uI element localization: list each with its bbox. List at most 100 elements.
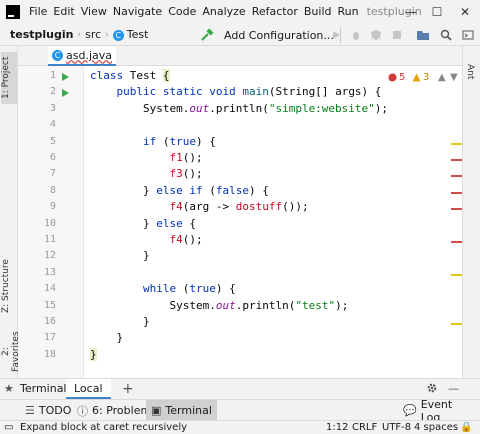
code-line[interactable]: if (true) { <box>90 135 216 148</box>
line-number: 7 <box>49 168 56 180</box>
code-token: } <box>142 183 157 197</box>
line-number: 10 <box>43 217 56 229</box>
code-token: ()); <box>282 200 309 214</box>
code-line[interactable]: } else { <box>90 217 196 230</box>
terminal-label: Terminal: <box>20 382 71 395</box>
code-line[interactable]: System.out.println("simple:website"); <box>90 102 388 115</box>
menu-bar: File Edit View Navigate Code Analyze Ref… <box>0 0 480 24</box>
minimize-button[interactable]: — <box>398 0 424 24</box>
code-line[interactable]: } <box>90 249 150 262</box>
menu-refactor[interactable]: Refactor <box>249 0 301 24</box>
structure-toolwindow-tab[interactable]: Z: Structure <box>1 258 17 314</box>
code-line[interactable]: f1(); <box>90 151 202 164</box>
code-line[interactable]: System.out.println("test"); <box>90 299 348 312</box>
indent-setting[interactable]: 4 spaces <box>414 421 458 434</box>
breadcrumb-project[interactable]: testplugin <box>6 28 77 41</box>
chevron-down-icon[interactable]: ▼ <box>450 72 458 83</box>
debug-icon[interactable] <box>350 27 362 43</box>
menu-run[interactable]: Run <box>335 0 362 24</box>
code-line[interactable]: } else if (false) { <box>90 184 269 197</box>
menu-code[interactable]: Code <box>165 0 199 24</box>
menu-view[interactable]: View <box>78 0 110 24</box>
terminal-tab-local[interactable]: Local <box>66 379 111 399</box>
run-gutter-icon[interactable] <box>62 89 69 98</box>
terminal-icon: ▣ <box>151 404 162 417</box>
code-token: .println( <box>235 298 296 312</box>
code-token: ) { <box>248 183 269 197</box>
code-line[interactable]: public static void main(String[] args) { <box>90 85 382 99</box>
code-token: } <box>90 347 97 361</box>
menu-navigate[interactable]: Navigate <box>110 0 165 24</box>
code-line[interactable]: } <box>90 315 150 328</box>
code-line[interactable]: } <box>90 347 97 361</box>
code-token: out <box>189 101 210 115</box>
project-toolwindow-tab[interactable]: 1: Project <box>1 52 17 104</box>
caret-position[interactable]: 1:12 <box>326 421 348 434</box>
error-stripe-mark[interactable] <box>451 323 462 325</box>
code-token: } <box>142 315 150 328</box>
new-terminal-button[interactable]: + <box>122 379 134 399</box>
line-number: 6 <box>49 152 56 163</box>
error-stripe-mark[interactable] <box>451 142 462 145</box>
warning-count: 3 <box>423 72 430 83</box>
code-token: main <box>242 85 269 99</box>
code-editor[interactable]: 5 3 ▲ ▼ 1 class Test {2 public static voi… <box>18 66 462 378</box>
status-message: Expand block at caret recursively <box>20 422 188 433</box>
error-count-indicator[interactable]: 5 <box>388 72 405 83</box>
close-window-button[interactable]: ✕ <box>452 0 478 24</box>
hammer-icon[interactable] <box>200 27 214 43</box>
menu-edit[interactable]: Edit <box>50 0 77 24</box>
stop-icon[interactable] <box>392 27 402 43</box>
editor-tab-asd-java[interactable]: C asd.java <box>48 46 116 66</box>
code-line[interactable]: class Test { <box>90 69 170 82</box>
favorites-toolwindow-tab[interactable]: 2: Favorites <box>1 330 21 374</box>
code-line[interactable]: f4(); <box>90 233 202 246</box>
gear-icon[interactable] <box>426 382 438 397</box>
menu-file[interactable]: File <box>26 0 50 24</box>
breadcrumb-src[interactable]: src <box>81 28 105 41</box>
line-number: 8 <box>49 184 56 196</box>
code-token: (); <box>182 167 203 181</box>
ant-toolwindow-tab[interactable]: Ant <box>465 64 475 79</box>
warning-count-indicator[interactable]: 3 <box>412 72 429 83</box>
line-separator[interactable]: CRLF <box>352 421 377 434</box>
code-token: class <box>90 69 124 82</box>
code-line[interactable]: while (true) { <box>90 282 236 295</box>
problems-icon: ⓘ <box>77 404 88 418</box>
menu-analyze[interactable]: Analyze <box>199 0 248 24</box>
code-token: true <box>169 134 196 148</box>
lock-icon[interactable]: 🔒 <box>460 421 472 434</box>
line-number: 2 <box>49 86 56 98</box>
coverage-icon[interactable] <box>370 27 382 43</box>
code-line[interactable]: f4(arg -> dostuff()); <box>90 200 309 214</box>
todo-label: TODO <box>38 404 72 417</box>
code-line[interactable]: f3(); <box>90 167 203 181</box>
error-stripe-mark[interactable] <box>451 241 462 243</box>
code-token: "test" <box>295 298 336 312</box>
hide-terminal-button[interactable]: — <box>448 379 459 399</box>
add-configuration-button[interactable]: Add Configuration... <box>224 27 341 43</box>
code-line[interactable]: } <box>90 331 124 344</box>
error-stripe-mark[interactable] <box>451 273 462 276</box>
error-stripe-mark[interactable] <box>451 159 462 161</box>
pin-icon: ★ <box>4 382 14 395</box>
code-token: ( <box>156 134 170 148</box>
terminal-toolwindow-button[interactable]: ▣ Terminal <box>146 400 217 421</box>
error-stripe-mark[interactable] <box>451 208 462 211</box>
maximize-button[interactable]: ☐ <box>424 0 450 24</box>
todo-toolwindow-button[interactable]: ☰ TODO <box>20 400 76 421</box>
event-log-toolwindow-button[interactable]: 💬 Event Log <box>398 398 480 424</box>
run-gutter-icon[interactable] <box>62 73 69 81</box>
error-stripe-mark[interactable] <box>451 191 462 194</box>
error-stripe-mark[interactable] <box>451 175 462 178</box>
code-token: System. <box>142 101 190 115</box>
open-module-icon[interactable] <box>416 27 430 43</box>
breadcrumb-class[interactable]: C Test <box>109 28 153 41</box>
chevron-up-icon[interactable]: ▲ <box>438 72 446 83</box>
search-icon[interactable] <box>440 27 452 43</box>
line-number: 16 <box>43 316 56 327</box>
menu-build[interactable]: Build <box>301 0 335 24</box>
run-icon[interactable] <box>330 27 342 43</box>
terminal-icon[interactable] <box>462 27 474 43</box>
file-encoding[interactable]: UTF-8 <box>382 421 411 434</box>
